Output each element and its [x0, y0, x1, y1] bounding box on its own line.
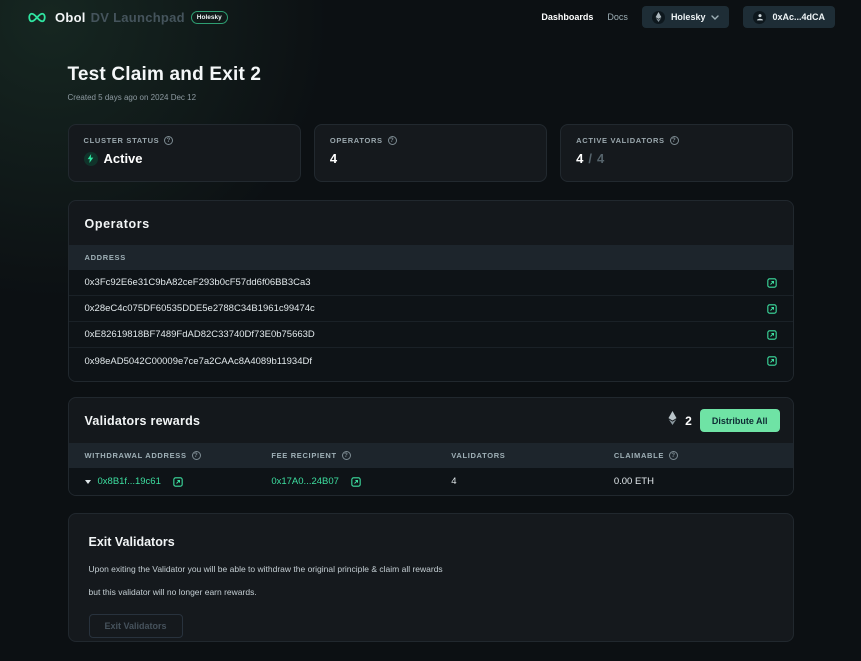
fee-recipient-value: 0x17A0...24B07 — [271, 476, 339, 487]
external-link-icon[interactable] — [767, 330, 777, 340]
external-link-icon[interactable] — [767, 304, 777, 314]
account-address-label: 0xAc...4dCA — [772, 12, 825, 22]
distribute-all-button[interactable]: Distribute All — [700, 409, 780, 432]
operator-row: 0x28eC4c075DF60535DDE5e2788C34B1961c9947… — [69, 296, 793, 322]
active-validators-label: ACTIVE VALIDATORS — [576, 136, 665, 145]
obol-logo-icon — [26, 11, 48, 24]
claimable-amount-value: 0.00 ETH — [614, 476, 777, 487]
nav-docs[interactable]: Docs — [607, 12, 628, 22]
rewards-table-row: 0x8B1f...19c61 0x17A0...24B07 4 0.00 ETH — [69, 468, 793, 495]
address-column-header: ADDRESS — [85, 253, 126, 262]
validators-rewards-section: Validators rewards 2 Distribute All WITH… — [68, 397, 794, 496]
active-validators-value: 4 — [576, 151, 583, 166]
main-content: Test Claim and Exit 2 Created 5 days ago… — [68, 64, 794, 642]
operator-address: 0xE82619818BF7489FdAD82C33740Df73E0b7566… — [85, 329, 315, 340]
rewards-table-header: WITHDRAWAL ADDRESS FEE RECIPIENT VALIDAT… — [69, 443, 793, 468]
brand[interactable]: Obol DV Launchpad Holesky — [26, 10, 228, 25]
claimable-column-header: CLAIMABLE — [614, 451, 664, 460]
withdrawal-address-value: 0x8B1f...19c61 — [98, 476, 161, 487]
account-avatar-icon — [753, 11, 766, 24]
exit-description-line2: but this validator will no longer earn r… — [89, 587, 773, 597]
active-validators-separator: / — [588, 151, 592, 166]
fee-recipient-column-header: FEE RECIPIENT — [271, 451, 336, 460]
exit-section-title: Exit Validators — [89, 535, 773, 549]
help-icon[interactable] — [670, 136, 679, 145]
stats-row: CLUSTER STATUS Active OPERATORS 4 ACTIVE… — [68, 124, 794, 182]
external-link-icon[interactable] — [767, 278, 777, 288]
help-icon[interactable] — [388, 136, 397, 145]
claimable-eth-count: 2 — [685, 414, 692, 428]
brand-name: Obol — [55, 10, 86, 25]
external-link-icon[interactable] — [173, 477, 183, 487]
active-status-icon — [84, 152, 98, 166]
external-link-icon[interactable] — [767, 356, 777, 366]
top-right-controls: Dashboards Docs Holesky 0xAc...4dCA — [541, 6, 835, 28]
validators-column-header: VALIDATORS — [451, 451, 505, 460]
withdrawal-address-link[interactable]: 0x8B1f...19c61 — [85, 476, 272, 487]
operator-row: 0x98eAD5042C00009e7ce7a2CAAc8A4089b11934… — [69, 348, 793, 374]
page-subtitle: Created 5 days ago on 2024 Dec 12 — [68, 93, 794, 102]
operators-table-header: ADDRESS — [69, 245, 793, 270]
active-validators-total: 4 — [597, 151, 604, 166]
network-badge: Holesky — [191, 11, 228, 24]
exit-validators-section: Exit Validators Upon exiting the Validat… — [68, 513, 794, 642]
rewards-section-title: Validators rewards — [85, 414, 201, 428]
operators-section-title: Operators — [69, 201, 793, 245]
help-icon[interactable] — [192, 451, 201, 460]
brand-suffix: DV Launchpad — [91, 10, 185, 25]
active-validators-card: ACTIVE VALIDATORS 4 / 4 — [560, 124, 793, 182]
operator-address: 0x3Fc92E6e31C9bA82ceF293b0cF57dd6f06BB3C… — [85, 277, 311, 288]
withdrawal-address-column-header: WITHDRAWAL ADDRESS — [85, 451, 187, 460]
operators-count-card: OPERATORS 4 — [314, 124, 547, 182]
page-title: Test Claim and Exit 2 — [68, 64, 794, 86]
ethereum-network-icon — [652, 11, 665, 24]
help-icon[interactable] — [342, 451, 351, 460]
chevron-down-icon — [711, 12, 719, 22]
exit-validators-button[interactable]: Exit Validators — [89, 614, 183, 638]
help-icon[interactable] — [164, 136, 173, 145]
cluster-status-label: CLUSTER STATUS — [84, 136, 160, 145]
fee-recipient-link[interactable]: 0x17A0...24B07 — [271, 476, 451, 487]
network-selector-button[interactable]: Holesky — [642, 6, 730, 28]
top-navigation-bar: Obol DV Launchpad Holesky Dashboards Doc… — [0, 0, 861, 32]
nav-dashboards[interactable]: Dashboards — [541, 12, 593, 22]
cluster-status-card: CLUSTER STATUS Active — [68, 124, 301, 182]
account-button[interactable]: 0xAc...4dCA — [743, 6, 835, 28]
operator-row: 0xE82619818BF7489FdAD82C33740Df73E0b7566… — [69, 322, 793, 348]
operators-table-body: 0x3Fc92E6e31C9bA82ceF293b0cF57dd6f06BB3C… — [69, 270, 793, 381]
operators-count-label: OPERATORS — [330, 136, 383, 145]
operator-address: 0x98eAD5042C00009e7ce7a2CAAc8A4089b11934… — [85, 356, 312, 367]
expand-caret-icon[interactable] — [85, 480, 91, 484]
help-icon[interactable] — [669, 451, 678, 460]
operators-section: Operators ADDRESS 0x3Fc92E6e31C9bA82ceF2… — [68, 200, 794, 382]
operators-count-value: 4 — [330, 151, 337, 166]
operator-row: 0x3Fc92E6e31C9bA82ceF293b0cF57dd6f06BB3C… — [69, 270, 793, 296]
external-link-icon[interactable] — [351, 477, 361, 487]
validators-count-value: 4 — [451, 476, 614, 487]
operator-address: 0x28eC4c075DF60535DDE5e2788C34B1961c9947… — [85, 303, 315, 314]
cluster-status-value: Active — [104, 151, 143, 166]
ethereum-icon — [668, 411, 677, 430]
exit-description-line1: Upon exiting the Validator you will be a… — [89, 564, 773, 574]
network-selector-label: Holesky — [671, 12, 706, 22]
